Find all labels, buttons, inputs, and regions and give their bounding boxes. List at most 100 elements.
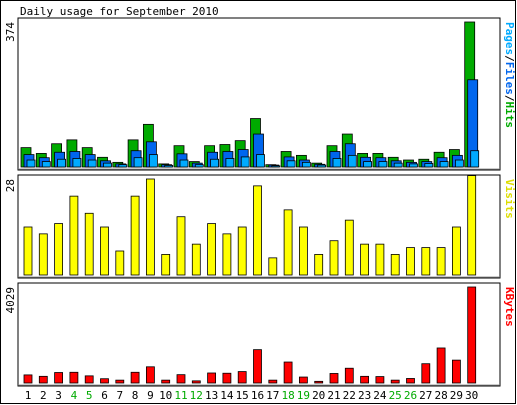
x-tick-label: 19 [297,389,310,402]
bar-pages [164,165,174,168]
bar-visits [344,219,354,276]
x-tick-label: 14 [220,389,234,402]
bar-pages [148,154,158,168]
bar-visits [406,247,415,276]
bar-pages [179,159,189,168]
bar-visits [23,226,33,276]
bar-kbytes [191,380,201,384]
bar-kbytes [421,363,431,384]
bar-visits [222,233,232,276]
bar-pages [454,159,464,168]
bar-visits [115,250,125,276]
bar-pages [72,158,82,168]
bar-pages [256,154,265,168]
panel-3: 4029 KBytes [4,282,516,387]
x-tick-label: 26 [404,389,417,402]
legend: Visits [503,179,516,219]
bar-pages [118,164,128,168]
x-tick-label: 27 [419,389,432,402]
bar-pages [210,158,220,168]
bar-pages [240,156,250,168]
x-tick-label: 20 [312,389,325,402]
bar-pages [470,150,480,168]
bar-kbytes [375,376,385,384]
bar-visits [268,257,278,276]
bar-visits [298,226,308,276]
bar-kbytes [38,375,48,384]
bar-visits [38,233,48,276]
x-axis-labels: 1 2 3 4 5 6 7 8 9 10 11 12 13 14 15 16 17 18 19 20 21 22 23 24 2… [25,389,479,402]
bar-pages [225,158,235,168]
x-tick-label: 4 [71,389,78,402]
chart-title: Daily usage for September 2010 [20,5,219,18]
bar-visits [436,247,446,276]
x-tick-label: 30 [465,389,478,402]
bar-kbytes [23,374,33,384]
x-tick-label: 28 [434,389,447,402]
usage-chart: Daily usage for September 2010 374 Pages/… [0,0,517,405]
bar-visits [451,226,461,276]
bar-visits [54,223,63,276]
x-tick-label: 25 [389,389,402,402]
bar-pages [133,157,143,168]
x-tick-label: 29 [450,389,463,402]
legend: Pages/Files/Hits [503,22,516,128]
legend-entry: Hits [503,102,516,129]
bar-kbytes [222,372,232,384]
bar-visits [69,195,79,276]
legend: KBytes [503,287,516,327]
x-tick-label: 12 [190,389,203,402]
bar-kbytes [436,347,446,384]
x-tick-label: 17 [266,389,279,402]
x-tick-label: 8 [132,389,139,402]
bar-kbytes [360,375,370,384]
bar-pages [317,164,327,168]
bar-kbytes [314,380,324,384]
bar-kbytes [100,378,109,384]
bar-visits [360,243,370,276]
bar-visits [237,226,247,276]
bar-pages [439,161,449,168]
y-max-label: 28 [4,179,17,192]
bar-pages [87,159,97,168]
bar-pages [286,160,296,168]
bar-visits [176,216,186,276]
x-tick-label: 13 [205,389,218,402]
chart-panels: 374 Pages/Files/Hits 28 Visits 4029 KBytes [4,17,516,387]
x-tick-label: 1 [25,389,32,402]
bar-pages [194,164,204,168]
bar-visits [100,226,109,276]
bar-kbytes [253,349,262,384]
bar-visits [329,240,339,276]
usage-chart-svg: Daily usage for September 2010 374 Pages/… [0,0,516,404]
panel-1: 374 Pages/Files/Hits [4,17,516,171]
bar-kbytes [54,372,63,384]
bar-kbytes [390,379,400,384]
bar-kbytes [467,286,477,384]
bar-visits [375,243,385,276]
bar-pages [103,162,112,168]
legend-entry: KBytes [503,287,516,327]
x-tick-label: 16 [251,389,264,402]
bar-kbytes [237,371,247,384]
bar-pages [424,163,434,168]
bar-pages [26,159,36,168]
bar-kbytes [268,379,278,384]
bar-pages [363,161,373,168]
bar-pages [271,165,281,168]
bar-visits [207,223,217,276]
x-tick-label: 18 [281,389,294,402]
legend-entry: Pages [503,22,516,55]
bar-pages [332,158,342,168]
bar-pages [347,154,357,168]
x-tick-label: 2 [40,389,47,402]
x-tick-label: 3 [55,389,62,402]
bar-visits [145,178,155,276]
bar-kbytes [406,378,415,384]
x-tick-label: 5 [86,389,93,402]
x-tick-label: 7 [116,389,123,402]
bar-pages [301,161,311,168]
bar-kbytes [69,371,79,384]
y-max-label: 4029 [4,287,17,314]
bar-kbytes [298,376,308,384]
